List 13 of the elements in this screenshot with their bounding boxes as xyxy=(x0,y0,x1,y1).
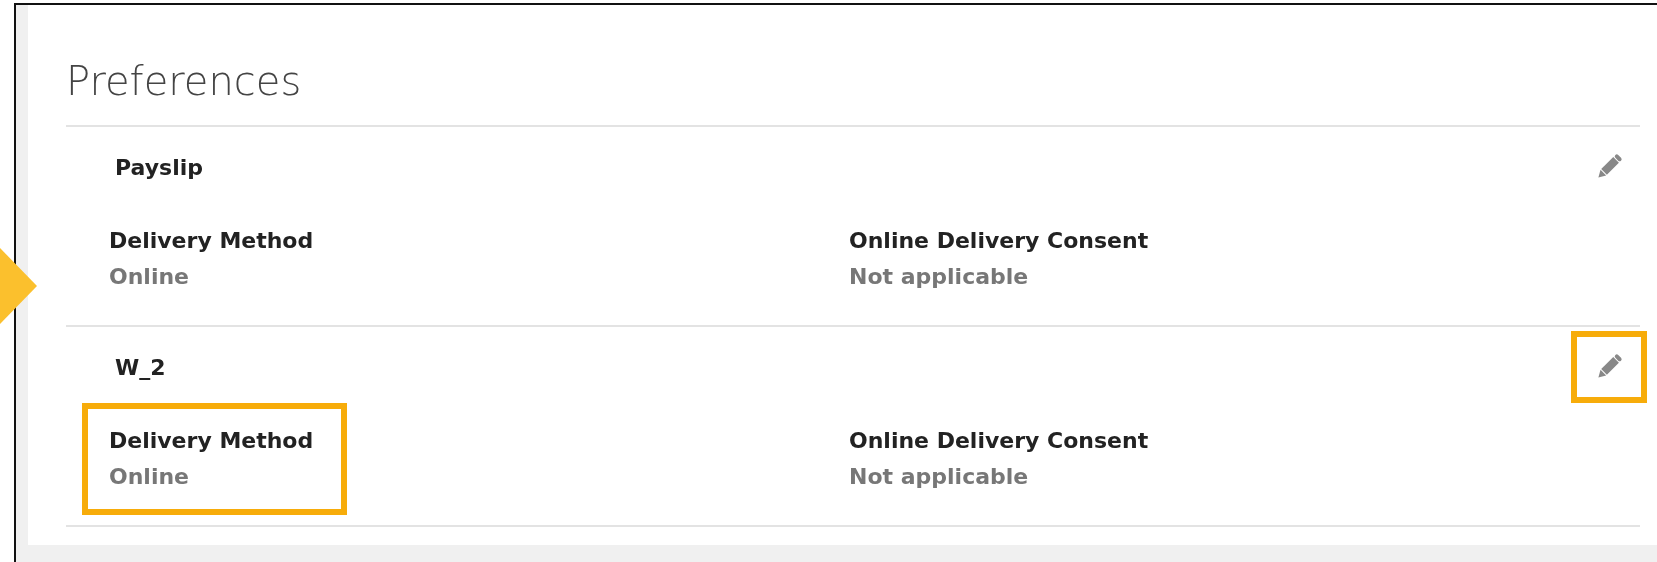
field-label: Delivery Method xyxy=(109,227,314,255)
section-heading: Payslip xyxy=(115,153,203,182)
field-value: Online xyxy=(109,463,191,491)
section-heading: W_2 xyxy=(115,353,166,382)
section-title: Preferences xyxy=(66,57,303,105)
field-value: Not applicable xyxy=(849,263,1030,291)
field-value: Not applicable xyxy=(849,463,1030,491)
field-label: Delivery Method xyxy=(109,427,314,455)
pointer-arrow-icon xyxy=(0,248,37,324)
edit-button[interactable] xyxy=(1571,331,1647,403)
field-value: Online xyxy=(109,263,191,291)
field-label: Online Delivery Consent xyxy=(849,227,1149,255)
field-label: Online Delivery Consent xyxy=(849,427,1149,455)
